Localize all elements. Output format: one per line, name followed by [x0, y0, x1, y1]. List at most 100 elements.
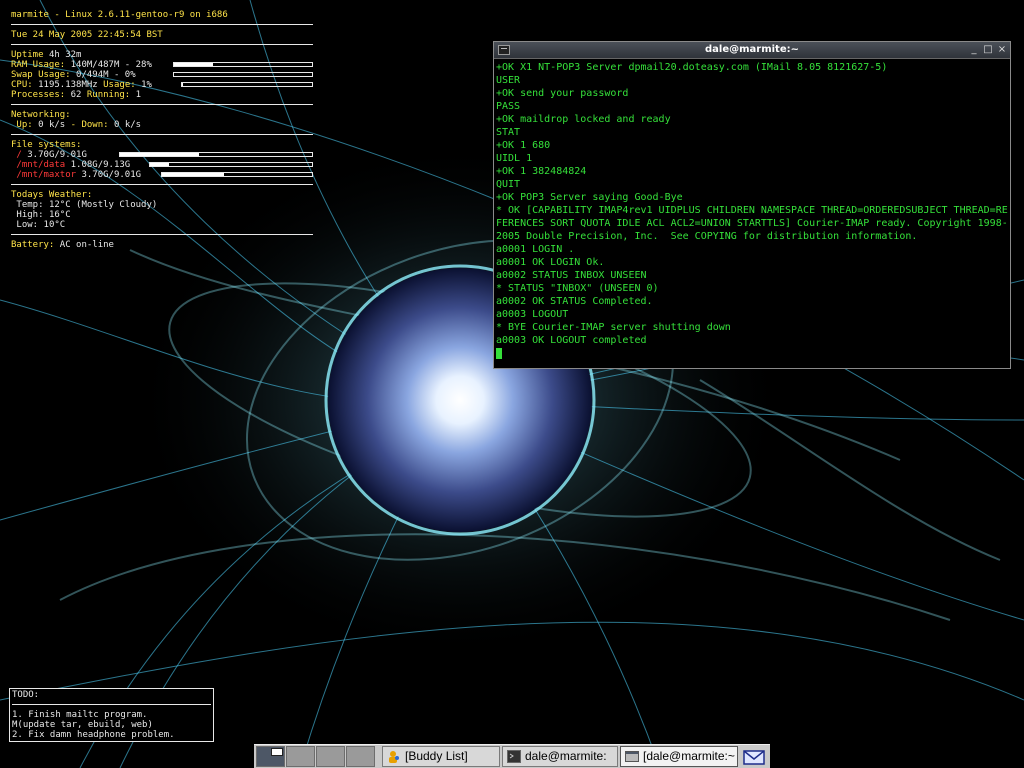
fs-usage-bar [119, 152, 313, 157]
uptime-value: 4h 32m [48, 50, 82, 60]
terminal-line: a0003 LOGOUT [496, 309, 569, 320]
terminal-line: a0003 OK LOGOUT completed [496, 335, 647, 346]
battery-label: Battery: [11, 240, 55, 250]
task-label: dale@marmite: [525, 749, 607, 763]
fs-usage-bar [161, 172, 313, 177]
divider [11, 104, 313, 105]
fs-usage-fill [120, 153, 199, 156]
divider [11, 234, 313, 235]
terminal-line: FERENCES SORT QUOTA IDLE ACL ACL2=UNION … [496, 218, 1008, 229]
terminal-line: * OK [CAPABILITY IMAP4rev1 UIDPLUS CHILD… [496, 205, 1008, 216]
low-value: 10°C [43, 220, 66, 230]
divider [11, 134, 313, 135]
workspace-1[interactable] [256, 746, 285, 767]
terminal-line: STAT [496, 127, 521, 138]
high-value: 16°C [48, 210, 71, 220]
divider [11, 24, 313, 25]
terminal-line: * STATUS "INBOX" (UNSEEN 0) [496, 283, 659, 294]
terminal-cursor [496, 348, 502, 359]
workspace-3[interactable] [316, 746, 345, 767]
divider [11, 184, 313, 185]
task-label: [dale@marmite:~ [643, 749, 735, 763]
close-button[interactable]: × [996, 44, 1008, 55]
low-label: Low: [16, 220, 39, 230]
down-label: Down: [81, 120, 109, 130]
terminal-line: a0002 STATUS INBOX UNSEEN [496, 270, 647, 281]
terminal-line: a0001 LOGIN . [496, 244, 575, 255]
terminal-line: +OK 1 382484824 [496, 166, 587, 177]
terminal-line: * BYE Courier-IMAP server shutting down [496, 322, 731, 333]
temp-label: Temp: [16, 200, 44, 210]
window-title: dale@marmite:~ [704, 44, 799, 55]
fs-mount: / [16, 150, 22, 160]
swap-row: Swap Usage: 0/494M - 0% [11, 70, 313, 80]
workspace-4[interactable] [346, 746, 375, 767]
task-buddy-list[interactable]: [Buddy List] [382, 746, 500, 767]
swap-label: Swap Usage: [11, 70, 71, 80]
workspace-2[interactable] [286, 746, 315, 767]
ram-row: RAM Usage: 140M/487M - 28% [11, 60, 313, 70]
cpu-usage-value: 1% [141, 80, 152, 90]
terminal-line: QUIT [496, 179, 521, 190]
cpu-usage-label: Usage: [103, 80, 136, 90]
fs-usage-fill [150, 163, 170, 166]
terminal-line: +OK X1 NT-POP3 Server dpmail20.doteasy.c… [496, 62, 888, 73]
filesystem-row: /mnt/data 1.08G/9.13G [11, 160, 313, 170]
weather-label: Todays Weather: [11, 190, 93, 200]
terminal-titlebar[interactable]: dale@marmite:~ _ □ × [494, 42, 1010, 59]
todo-note: TODO: 1. Finish mailtc program. M(update… [9, 688, 214, 742]
uptime-label: Uptime [11, 50, 44, 60]
running-label: Running: [86, 90, 131, 100]
swap-value: 0/494M - 0% [76, 70, 136, 80]
fs-usage: 1.08G/9.13G [70, 160, 131, 170]
task-terminal-active[interactable]: [dale@marmite:~ [620, 746, 738, 767]
battery-value: AC on-line [59, 240, 114, 250]
processes-value: 62 [70, 90, 82, 100]
todo-title: TODO: [12, 690, 40, 700]
cpu-usage-bar [181, 82, 313, 87]
networking-label: Networking: [11, 110, 71, 120]
terminal-line: +OK 1 680 [496, 140, 551, 151]
task-label: [Buddy List] [405, 749, 468, 763]
up-label: Up: [16, 120, 33, 130]
filesystem-row: /mnt/maxtor 3.70G/9.01G [11, 170, 313, 180]
terminal-line: +OK POP3 Server saying Good-Bye [496, 192, 683, 203]
cpu-row: CPU: 1195.138MHz Usage: 1% [11, 80, 313, 90]
temp-row: Temp: 12°C (Mostly Cloudy) [11, 200, 313, 210]
terminal-line: USER [496, 75, 521, 86]
fs-mount: /mnt/data [16, 160, 66, 170]
todo-item: 1. Finish mailtc program. [12, 710, 148, 720]
swap-usage-bar [173, 72, 313, 77]
maximize-button[interactable]: □ [982, 44, 994, 55]
ram-value: 140M/487M - 28% [70, 60, 152, 70]
battery-row: Battery: AC on-line [11, 240, 313, 250]
task-terminal[interactable]: dale@marmite: [502, 746, 618, 767]
fs-usage: 3.70G/9.01G [81, 170, 142, 180]
ram-usage-fill [174, 63, 213, 66]
cpu-frequency: 1195.138MHz [38, 80, 98, 90]
cpu-label: CPU: [11, 80, 33, 90]
filesystems-label: File systems: [11, 140, 82, 150]
network-row: Up: 0 k/s - Down: 0 k/s [16, 120, 142, 130]
high-row: High: 16°C [11, 210, 313, 220]
minimize-button[interactable]: _ [968, 44, 980, 55]
low-row: Low: 10°C [11, 220, 313, 230]
temp-value: 12°C (Mostly Cloudy) [48, 200, 158, 210]
terminal-window[interactable]: dale@marmite:~ _ □ × +OK X1 NT-POP3 Serv… [493, 41, 1011, 369]
cpu-usage-fill [182, 83, 184, 86]
window-icon [625, 751, 639, 762]
todo-item: M(update tar, ebuild, web) [12, 720, 153, 730]
down-value: 0 k/s [113, 120, 142, 130]
envelope-icon[interactable] [740, 747, 768, 767]
uptime-row: Uptime 4h 32m [11, 50, 313, 60]
high-label: High: [16, 210, 44, 220]
terminal-line: UIDL 1 [496, 153, 533, 164]
fs-usage-bar [149, 162, 313, 167]
terminal-output[interactable]: +OK X1 NT-POP3 Server dpmail20.doteasy.c… [496, 61, 1008, 366]
divider [12, 704, 211, 705]
terminal-line: +OK maildrop locked and ready [496, 114, 671, 125]
running-value: 1 [135, 90, 142, 100]
buddy-icon [389, 751, 399, 763]
processes-row: Processes: 62 Running: 1 [11, 90, 313, 100]
conky-header: marmite - Linux 2.6.11-gentoo-r9 on i686 [11, 10, 228, 20]
